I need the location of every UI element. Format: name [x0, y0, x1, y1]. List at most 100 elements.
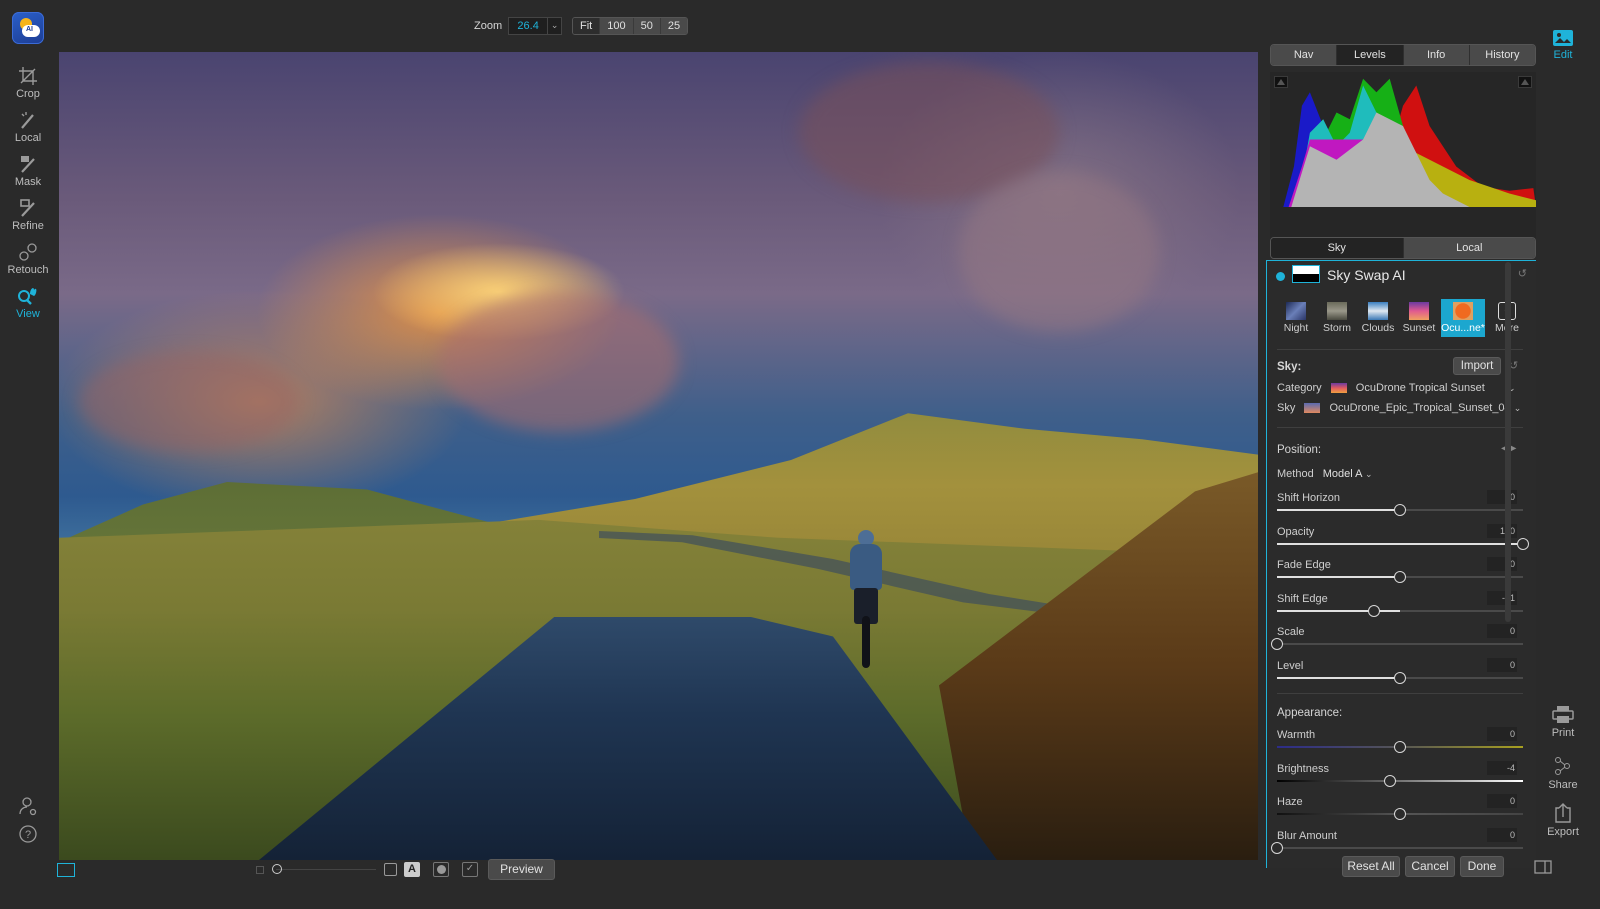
slider-value-input[interactable]: 0 — [1487, 490, 1517, 504]
slider-knob[interactable] — [1394, 504, 1406, 516]
slider-track[interactable] — [1277, 741, 1523, 753]
method-value[interactable]: Model A — [1323, 468, 1362, 480]
tool-retouch[interactable]: Retouch — [0, 242, 56, 276]
slider-track[interactable] — [1277, 808, 1523, 820]
brush-size-knob[interactable] — [272, 864, 282, 874]
photo-canvas[interactable] — [59, 52, 1258, 860]
compare-view-icon[interactable] — [57, 863, 75, 877]
zoom-value-input[interactable]: 26.4 — [508, 17, 549, 35]
tool-mask[interactable]: Mask — [0, 154, 56, 188]
slider-value-input[interactable]: 0 — [1487, 794, 1517, 808]
storm-thumbnail-icon — [1327, 302, 1347, 320]
slider-value-input[interactable]: 0 — [1487, 624, 1517, 638]
slider-value-input[interactable]: 0 — [1487, 557, 1517, 571]
tool-crop[interactable]: Crop — [0, 66, 56, 100]
category-value[interactable]: OcuDrone Tropical Sunset — [1356, 382, 1485, 394]
cancel-button[interactable]: Cancel — [1405, 856, 1455, 877]
import-button[interactable]: Import — [1453, 357, 1501, 375]
slider-label: Brightness — [1277, 762, 1329, 775]
slider-knob[interactable] — [1394, 571, 1406, 583]
tool-local[interactable]: Local — [0, 110, 56, 144]
sky-swap-title: Sky Swap AI — [1327, 267, 1406, 283]
mask-overlay-icon[interactable] — [433, 862, 449, 877]
slider-knob[interactable] — [1394, 741, 1406, 753]
night-thumbnail-icon — [1286, 302, 1306, 320]
cyclist — [844, 530, 888, 670]
panel-scrollbar[interactable] — [1505, 262, 1511, 622]
large-thumb-icon[interactable] — [384, 863, 397, 876]
slider-track[interactable] — [1271, 841, 1523, 854]
appearance-section-label: Appearance: — [1277, 707, 1343, 719]
tool-refine[interactable]: Refine — [0, 198, 56, 232]
slider-track[interactable] — [1277, 671, 1523, 684]
export-icon — [1555, 803, 1571, 823]
slider-value-input[interactable]: 0 — [1487, 827, 1517, 842]
slider-level: Level 0 — [1277, 657, 1523, 694]
preset-sunset[interactable]: Sunset — [1400, 299, 1438, 337]
slider-track[interactable] — [1277, 571, 1523, 583]
slider-track[interactable] — [1277, 774, 1523, 787]
sky-mask-thumbnail[interactable] — [1292, 265, 1320, 283]
zoom-label: Zoom — [474, 20, 503, 32]
method-label: Method — [1277, 468, 1314, 480]
slider-track[interactable] — [1277, 604, 1523, 617]
preset-clouds[interactable]: Clouds — [1359, 299, 1397, 337]
slider-value-input[interactable]: -4 — [1487, 760, 1517, 775]
tab-nav[interactable]: Nav — [1271, 45, 1337, 65]
zoom-25-button[interactable]: 25 — [659, 18, 688, 34]
slider-track[interactable] — [1277, 537, 1529, 550]
preset-storm[interactable]: Storm — [1318, 299, 1356, 337]
slider-value-input[interactable]: 0 — [1487, 657, 1517, 672]
refine-brush-icon — [20, 199, 35, 217]
preset-ocudrone[interactable]: Ocu...ne* — [1441, 299, 1485, 337]
tool-enabled-toggle[interactable] — [1276, 272, 1285, 281]
slider-label: Shift Horizon — [1277, 492, 1340, 504]
tab-info[interactable]: Info — [1402, 45, 1469, 65]
slider-value-input[interactable]: 0 — [1487, 727, 1517, 741]
reset-all-button[interactable]: Reset All — [1342, 856, 1400, 877]
rail-share[interactable]: Share — [1526, 756, 1600, 791]
slider-knob[interactable] — [1517, 537, 1529, 550]
printer-icon — [1552, 706, 1574, 723]
slider-knob[interactable] — [1271, 638, 1283, 650]
rail-export[interactable]: Export — [1526, 803, 1600, 838]
zoom-dropdown-chevron-icon[interactable]: ⌄ — [548, 17, 563, 35]
preset-night[interactable]: Night — [1277, 299, 1315, 337]
zoom-control: Zoom 26.4 ⌄ — [474, 17, 563, 35]
share-icon — [1555, 757, 1570, 775]
done-button[interactable]: Done — [1460, 856, 1504, 877]
tab-sky[interactable]: Sky — [1271, 238, 1403, 258]
tab-levels[interactable]: Levels — [1336, 45, 1403, 65]
zoom-50-button[interactable]: 50 — [632, 18, 660, 34]
rail-print[interactable]: Print — [1526, 706, 1600, 739]
slider-knob[interactable] — [1384, 774, 1397, 787]
sky-chevron-down-icon[interactable]: ⌄ — [1514, 403, 1522, 413]
sky-value[interactable]: OcuDrone_Epic_Tropical_Sunset_04 — [1329, 402, 1510, 414]
sky-swap-tool: Sky Swap AI ↺ Night Storm Clouds Sunset … — [1266, 260, 1536, 868]
slider-fill — [1277, 609, 1400, 612]
tab-local[interactable]: Local — [1402, 238, 1535, 258]
user-icon[interactable] — [18, 796, 38, 816]
rail-edit[interactable]: Edit — [1526, 30, 1600, 61]
tool-refine-label: Refine — [12, 220, 44, 232]
slider-knob[interactable] — [1394, 671, 1406, 684]
method-chevron-down-icon[interactable]: ⌄ — [1365, 469, 1373, 479]
slider-track[interactable] — [1271, 638, 1523, 650]
brush-size-track[interactable] — [276, 869, 376, 870]
local-brush-icon — [21, 112, 34, 129]
text-overlay-icon[interactable]: A — [404, 862, 420, 877]
slider-knob[interactable] — [1394, 808, 1406, 820]
slider-fill — [1277, 676, 1400, 679]
slider-track[interactable] — [1277, 504, 1523, 516]
reset-tool-icon[interactable]: ↺ — [1518, 267, 1527, 280]
zoom-100-button[interactable]: 100 — [599, 18, 633, 34]
divider — [1277, 427, 1523, 428]
help-icon[interactable]: ? — [18, 824, 38, 844]
slider-value-input[interactable]: -21 — [1487, 590, 1517, 605]
tool-view[interactable]: View — [0, 286, 56, 320]
zoom-fit-button[interactable]: Fit — [573, 18, 600, 34]
slider-value-input[interactable]: 100 — [1487, 523, 1517, 538]
slider-knob[interactable] — [1368, 604, 1381, 617]
preview-button[interactable]: Preview — [488, 859, 555, 880]
compare-toggle-icon[interactable]: ✓ — [462, 862, 478, 877]
